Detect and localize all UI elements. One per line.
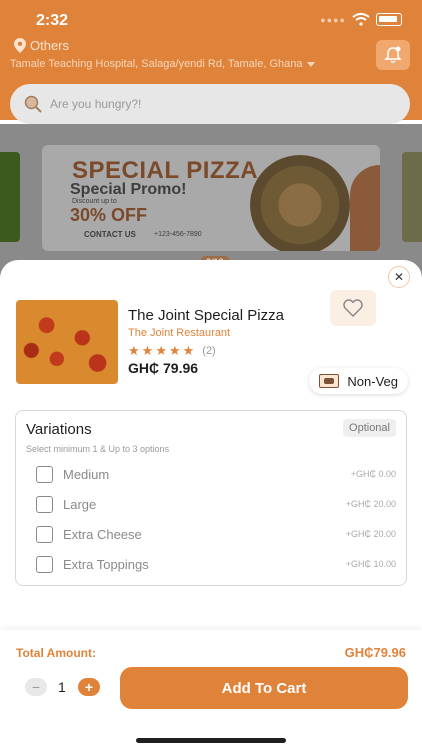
quantity-value: 1 (58, 679, 66, 695)
option-price: +GH₵ 20.00 (345, 499, 396, 509)
total-value: GH₵79.96 (344, 645, 406, 660)
star-icon: ★ (155, 343, 167, 358)
location-pin-icon (14, 38, 26, 53)
non-veg-icon (319, 374, 340, 388)
add-to-cart-button[interactable]: Add To Cart (120, 667, 408, 709)
checkbox[interactable] (36, 495, 53, 513)
diet-label: Non-Veg (347, 373, 398, 389)
product-name: The Joint Special Pizza (128, 307, 284, 324)
location-label: Others (30, 38, 70, 53)
star-icon: ★ (128, 343, 140, 358)
product-image (16, 300, 118, 384)
option-price: +GH₵ 20.00 (345, 529, 396, 539)
option-name: Large (63, 496, 97, 512)
variation-option-medium[interactable]: Medium +GH₵ 0.00 (36, 465, 396, 483)
favorite-button[interactable] (330, 290, 376, 326)
banner-phone: +123-456-7890 (154, 231, 202, 238)
location-selector[interactable]: Others (14, 38, 69, 53)
promo-banner[interactable]: SPECIAL PIZZA Special Promo! Discount up… (42, 145, 380, 251)
option-name: Extra Toppings (63, 556, 149, 572)
chevron-down-icon (306, 61, 315, 67)
option-price: +GH₵ 10.00 (345, 559, 396, 569)
variation-option-large[interactable]: Large +GH₵ 20.00 (36, 495, 396, 513)
status-time: 2:32 (36, 12, 69, 29)
restaurant-name[interactable]: The Joint Restaurant (128, 327, 230, 339)
total-label: Total Amount: (16, 646, 96, 660)
search-placeholder: Are you hungry?! (50, 97, 142, 111)
location-address[interactable]: Tamale Teaching Hospital, Salaga/yendi R… (10, 58, 315, 70)
star-icon: ★ (182, 343, 195, 358)
star-icon: ★ (168, 343, 181, 358)
close-button[interactable]: ✕ (388, 266, 410, 288)
battery-icon (376, 13, 402, 26)
variations-title: Variations (26, 421, 92, 438)
notification-button[interactable] (376, 40, 410, 70)
quantity-increase-button[interactable]: + (78, 678, 100, 696)
heart-icon (343, 299, 363, 317)
option-name: Extra Cheese (63, 526, 142, 542)
bell-icon (384, 46, 402, 63)
checkbox[interactable] (36, 555, 53, 573)
rating-count: (2) (202, 345, 216, 357)
variation-option-extra-toppings[interactable]: Extra Toppings +GH₵ 10.00 (36, 555, 396, 573)
option-price: +GH₵ 0.00 (350, 469, 396, 479)
variations-hint: Select minimum 1 & Up to 3 options (26, 444, 170, 454)
banner-pizza-image (250, 155, 350, 251)
banner-contact: CONTACT US (84, 230, 136, 239)
banner-discount-value: 30% OFF (70, 205, 148, 225)
signal-dots-icon: ●●●● (320, 14, 346, 25)
star-icon: ★ (141, 343, 154, 358)
product-rating: ★ ★ ★ ★ ★ (2) (128, 343, 216, 359)
banner-decoration (350, 165, 380, 251)
variations-section: Variations Optional Select minimum 1 & U… (15, 410, 407, 586)
home-indicator[interactable] (136, 738, 286, 743)
address-text: Tamale Teaching Hospital, Salaga/yendi R… (10, 58, 303, 70)
wifi-icon (352, 13, 370, 26)
cart-footer: Total Amount: GH₵79.96 − 1 + Add To Cart (0, 630, 422, 750)
product-price: GH₵ 79.96 (128, 360, 199, 376)
banner-prev[interactable] (0, 152, 20, 242)
quantity-decrease-button[interactable]: − (25, 678, 47, 696)
banner-discount-text: Discount up to (72, 198, 117, 205)
optional-badge: Optional (343, 419, 396, 437)
checkbox[interactable] (36, 465, 53, 483)
close-icon: ✕ (393, 270, 405, 284)
status-icons: ●●●● (320, 13, 402, 26)
variation-option-extra-cheese[interactable]: Extra Cheese +GH₵ 20.00 (36, 525, 396, 543)
option-name: Medium (63, 466, 110, 482)
checkbox[interactable] (36, 525, 53, 543)
search-icon (24, 95, 42, 113)
banner-subtitle: Special Promo! (70, 181, 187, 198)
search-bar[interactable]: Are you hungry?! (10, 84, 410, 124)
banner-next[interactable] (402, 152, 422, 242)
diet-tag: Non-Veg (309, 368, 408, 394)
